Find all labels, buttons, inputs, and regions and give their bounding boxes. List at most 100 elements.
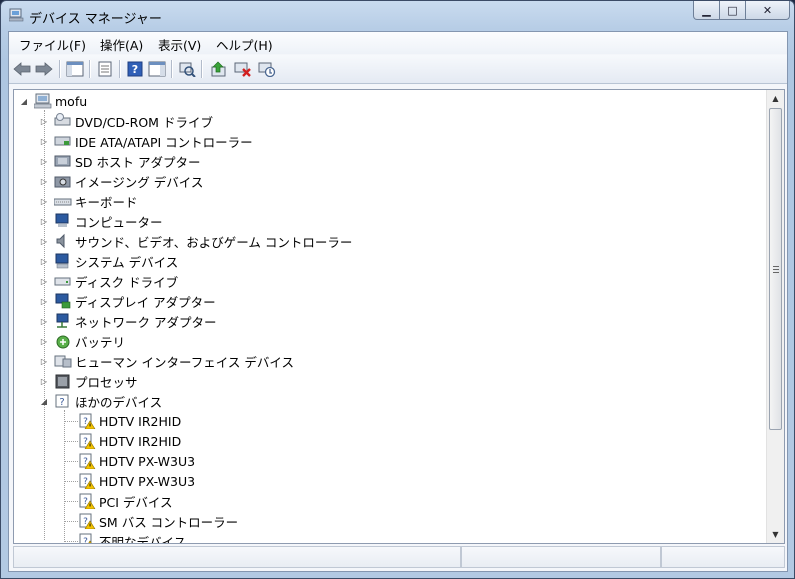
tree-category-keyboard[interactable]: ▷ キーボード [38, 191, 138, 211]
speaker-icon [54, 233, 72, 249]
svg-text:?: ? [132, 63, 138, 76]
title-bar[interactable]: デバイス マネージャー ▁ □ ✕ [1, 1, 794, 31]
category-label: ネットワーク アダプター [75, 314, 217, 330]
action-pane-button[interactable] [147, 59, 167, 79]
tree-category-battery[interactable]: ▷ バッテリ [38, 331, 125, 351]
tree-device-item[interactable]: ? 不明なデバイス [74, 531, 186, 544]
warning-device-icon: ? [78, 473, 96, 490]
tree-category-sd-host[interactable]: ▷ SD ホスト アダプター [38, 151, 201, 171]
scan-hardware-button[interactable] [177, 59, 197, 79]
expand-arrow-icon[interactable]: ▷ [38, 235, 50, 247]
computer-icon [54, 213, 72, 229]
menu-bar: ファイル(F) 操作(A) 表示(V) ヘルプ(H) [9, 32, 787, 54]
update-driver-button[interactable] [209, 59, 229, 79]
tree-device-item[interactable]: ? HDTV PX-W3U3 [74, 471, 195, 491]
expand-arrow-icon[interactable]: ▷ [38, 155, 50, 167]
device-label: SM バス コントローラー [99, 514, 239, 530]
status-cell-main [13, 546, 461, 568]
device-label: HDTV IR2HID [99, 413, 182, 429]
menu-action[interactable]: 操作(A) [100, 35, 143, 54]
toolbar: ? [9, 55, 787, 84]
expand-arrow-icon[interactable]: ▷ [38, 175, 50, 187]
disable-device-button[interactable] [257, 59, 277, 79]
tree-device-item[interactable]: ? HDTV IR2HID [74, 411, 181, 431]
svg-text:?: ? [83, 537, 88, 544]
battery-icon [54, 333, 72, 349]
tree-category-network-adapter[interactable]: ▷ ネットワーク アダプター [38, 311, 216, 331]
caption-buttons: ▁ □ ✕ [693, 1, 790, 21]
status-cell-3 [661, 546, 785, 568]
help-button[interactable]: ? [125, 59, 145, 79]
expand-arrow-icon[interactable]: ▷ [38, 315, 50, 327]
tree-category-speaker[interactable]: ▷ サウンド、ビデオ、およびゲーム コントローラー [38, 231, 352, 251]
tree-category-disk-drive[interactable]: ▷ ディスク ドライブ [38, 271, 178, 291]
warning-device-icon: ? [78, 493, 96, 510]
properties-button[interactable] [95, 59, 115, 79]
maximize-button[interactable]: □ [720, 1, 746, 20]
scrollbar-thumb[interactable] [769, 108, 782, 430]
category-label: DVD/CD-ROM ドライブ [75, 114, 213, 130]
close-icon: ✕ [762, 3, 773, 17]
tree-device-item[interactable]: ? HDTV IR2HID [74, 431, 181, 451]
device-tree[interactable]: ◢ mofu ▷ DVD/CD-ROM ドライブ ▷ IDE ATA/ATAPI コン… [13, 89, 785, 544]
expand-arrow-icon[interactable]: ▷ [38, 275, 50, 287]
scroll-down-arrow-icon[interactable]: ▼ [767, 526, 784, 543]
root-label: mofu [55, 93, 88, 109]
expand-arrow-icon[interactable]: ▷ [38, 115, 50, 127]
expand-arrow-icon[interactable]: ▷ [38, 355, 50, 367]
tree-device-item[interactable]: ? PCI デバイス [74, 491, 173, 511]
tree-root[interactable]: ◢ mofu [18, 91, 87, 111]
expand-arrow-icon[interactable]: ▷ [38, 135, 50, 147]
tree-device-item[interactable]: ? SM バス コントローラー [74, 511, 238, 531]
back-arrow-icon [13, 62, 31, 76]
category-label: ほかのデバイス [75, 394, 163, 410]
status-bar [13, 546, 785, 568]
scroll-up-arrow-icon[interactable]: ▲ [767, 90, 784, 107]
category-label: イメージング デバイス [75, 174, 204, 190]
uninstall-icon [234, 62, 251, 77]
device-label: HDTV PX-W3U3 [99, 453, 196, 469]
tree-category-ide-controller[interactable]: ▷ IDE ATA/ATAPI コントローラー [38, 131, 253, 151]
vertical-scrollbar[interactable]: ▲ ▼ [766, 90, 784, 543]
warning-device-icon: ? [78, 513, 96, 530]
tree-category-hid[interactable]: ▷ ヒューマン インターフェイス デバイス [38, 351, 294, 371]
tree-category-display-adapter[interactable]: ▷ ディスプレイ アダプター [38, 291, 216, 311]
category-label: IDE ATA/ATAPI コントローラー [75, 134, 253, 150]
dvd-drive-icon [54, 113, 72, 129]
close-button[interactable]: ✕ [746, 1, 790, 20]
menu-file[interactable]: ファイル(F) [19, 35, 86, 54]
toolbar-separator [201, 60, 203, 78]
tree-category-processor[interactable]: ▷ プロセッサ [38, 371, 138, 391]
back-button[interactable] [12, 59, 32, 79]
minimize-button[interactable]: ▁ [693, 1, 720, 20]
menu-help[interactable]: ヘルプ(H) [216, 35, 273, 54]
expand-arrow-icon[interactable]: ▷ [38, 295, 50, 307]
forward-button[interactable] [34, 59, 54, 79]
device-label: HDTV PX-W3U3 [99, 473, 196, 489]
tree-device-item[interactable]: ? HDTV PX-W3U3 [74, 451, 195, 471]
update-driver-icon [211, 61, 226, 77]
tree-category-camera[interactable]: ▷ イメージング デバイス [38, 171, 203, 191]
action-pane-icon [148, 61, 166, 77]
expand-arrow-icon[interactable]: ▷ [38, 215, 50, 227]
show-hide-console-tree-button[interactable] [65, 59, 85, 79]
expand-arrow-icon[interactable]: ▷ [38, 375, 50, 387]
forward-arrow-icon [35, 62, 53, 76]
expand-arrow-icon[interactable]: ▷ [38, 255, 50, 267]
tree-category-system-device[interactable]: ▷ システム デバイス [38, 251, 178, 271]
tree-category-computer[interactable]: ▷ コンピューター [38, 211, 163, 231]
client-area: ファイル(F) 操作(A) 表示(V) ヘルプ(H) ? ◢ mofu ▷ DV… [8, 31, 788, 572]
device-manager-window: デバイス マネージャー ▁ □ ✕ ファイル(F) 操作(A) 表示(V) ヘル… [0, 0, 795, 579]
toolbar-separator [119, 60, 121, 78]
collapse-arrow-icon[interactable]: ◢ [38, 395, 50, 407]
expand-arrow-icon[interactable]: ▷ [38, 335, 50, 347]
warning-device-icon: ? [78, 413, 96, 430]
uninstall-button[interactable] [233, 59, 253, 79]
sd-host-icon [54, 153, 72, 169]
tree-category-unknown-device[interactable]: ◢? ほかのデバイス [38, 391, 162, 411]
device-label: HDTV IR2HID [99, 433, 182, 449]
expand-arrow-icon[interactable]: ▷ [38, 195, 50, 207]
menu-view[interactable]: 表示(V) [158, 35, 201, 54]
tree-category-dvd-drive[interactable]: ▷ DVD/CD-ROM ドライブ [38, 111, 213, 131]
collapse-arrow-icon[interactable]: ◢ [18, 95, 30, 107]
